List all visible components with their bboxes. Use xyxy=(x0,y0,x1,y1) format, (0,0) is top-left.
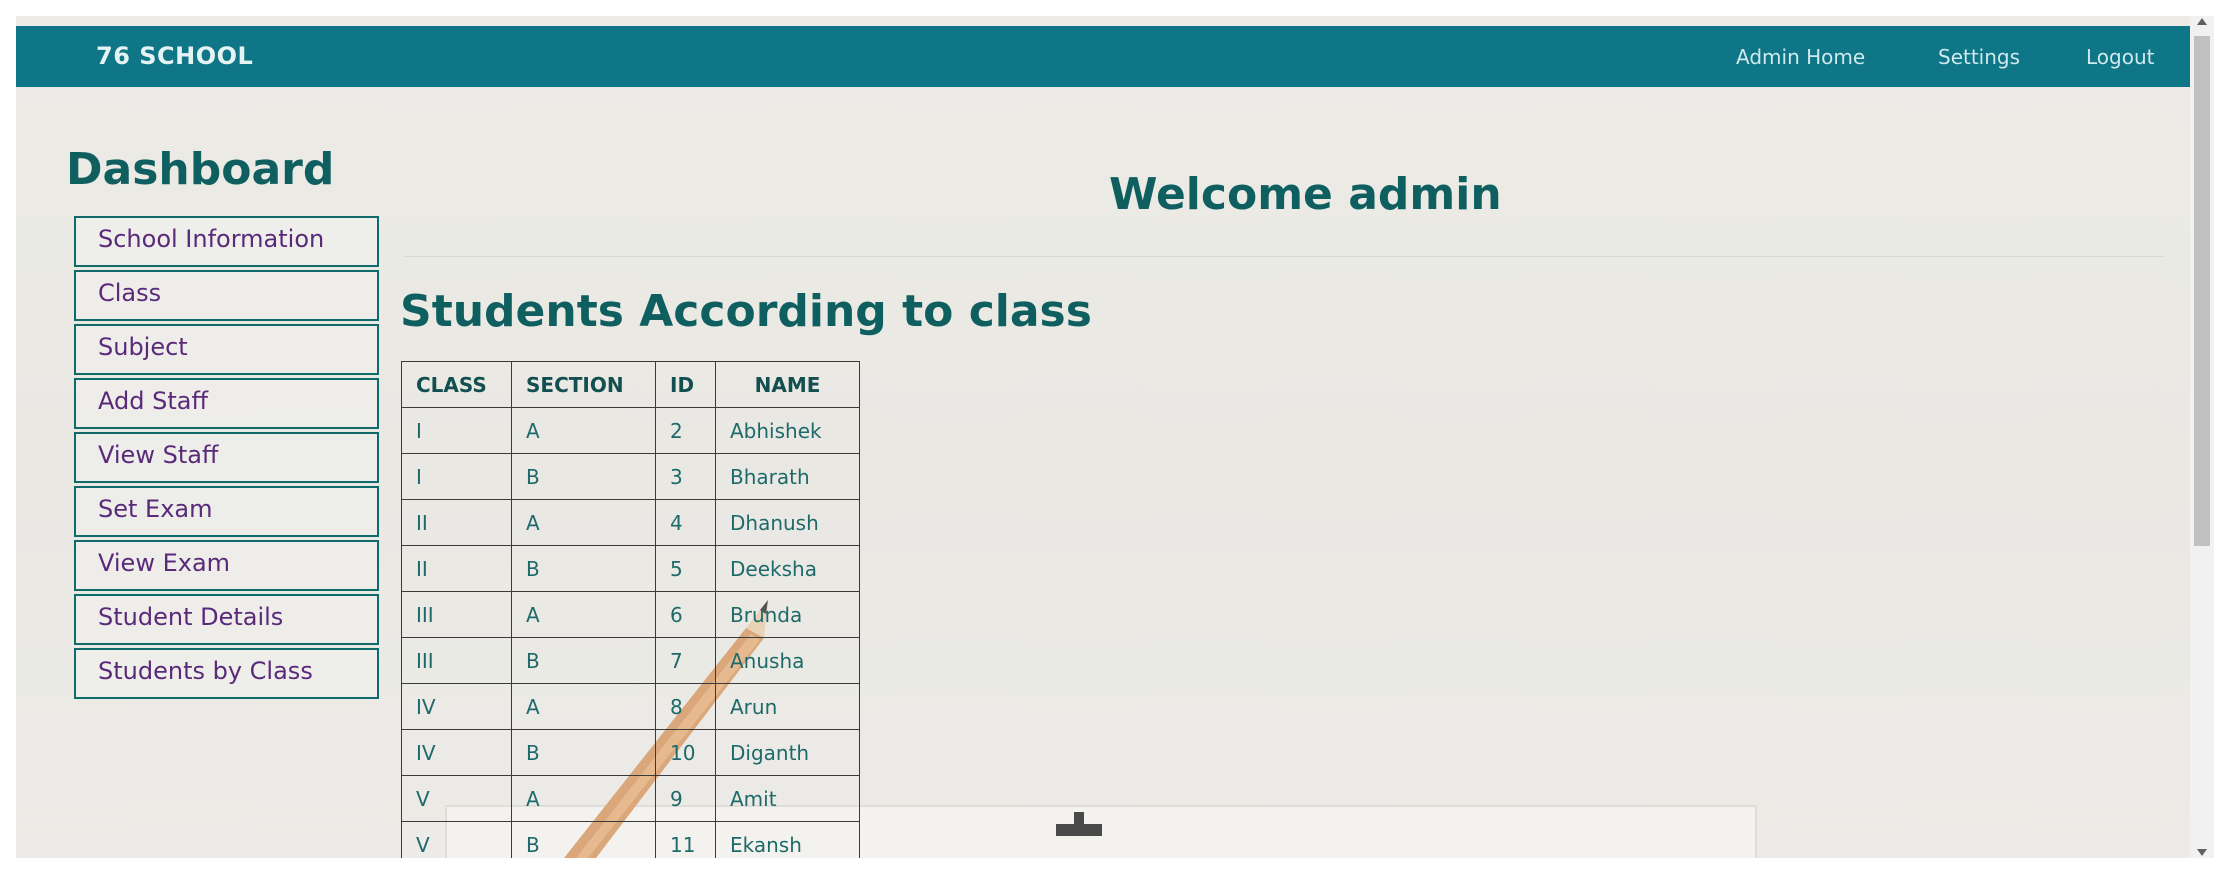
cell-id: 11 xyxy=(655,821,716,858)
column-header-id: ID xyxy=(655,361,716,408)
table-row: I A 2 Abhishek xyxy=(401,407,860,454)
cell-class: IV xyxy=(401,729,512,776)
welcome-heading: Welcome admin xyxy=(1109,169,1502,220)
cell-class: III xyxy=(401,637,512,684)
cell-name: Deeksha xyxy=(715,545,860,592)
cell-name: Abhishek xyxy=(715,407,860,454)
brand-logo-text[interactable]: 76 SCHOOL xyxy=(96,42,253,70)
column-header-section: SECTION xyxy=(511,361,656,408)
cell-class: I xyxy=(401,453,512,500)
nav-link-logout[interactable]: Logout xyxy=(2086,45,2154,69)
table-header-row: CLASS SECTION ID NAME xyxy=(401,361,860,408)
cell-section: A xyxy=(511,499,656,546)
vertical-scrollbar[interactable] xyxy=(2190,16,2214,858)
cell-name: Diganth xyxy=(715,729,860,776)
cell-section: A xyxy=(511,407,656,454)
cell-class: V xyxy=(401,775,512,822)
column-header-name: NAME xyxy=(715,361,860,408)
scroll-down-arrow-icon[interactable] xyxy=(2197,849,2207,856)
table-row: III B 7 Anusha xyxy=(401,637,860,684)
cell-name: Bharath xyxy=(715,453,860,500)
sidebar-item-add-staff[interactable]: Add Staff xyxy=(74,378,379,429)
cell-id: 4 xyxy=(655,499,716,546)
cell-name: Brunda xyxy=(715,591,860,638)
cell-name: Anusha xyxy=(715,637,860,684)
cell-name: Amit xyxy=(715,775,860,822)
cell-id: 5 xyxy=(655,545,716,592)
sidebar-item-students-by-class[interactable]: Students by Class xyxy=(74,648,379,699)
sidebar-item-view-exam[interactable]: View Exam xyxy=(74,540,379,591)
cell-name: Dhanush xyxy=(715,499,860,546)
cell-id: 2 xyxy=(655,407,716,454)
nav-link-admin-home[interactable]: Admin Home xyxy=(1736,45,1865,69)
cell-section: B xyxy=(511,453,656,500)
sidebar-item-school-information[interactable]: School Information xyxy=(74,216,379,267)
cell-class: I xyxy=(401,407,512,454)
table-row: IV B 10 Diganth xyxy=(401,729,860,776)
sidebar-item-student-details[interactable]: Student Details xyxy=(74,594,379,645)
table-row: II A 4 Dhanush xyxy=(401,499,860,546)
table-row: III A 6 Brunda xyxy=(401,591,860,638)
cell-section: A xyxy=(511,683,656,730)
cell-section: B xyxy=(511,821,656,858)
dashboard-title: Dashboard xyxy=(66,144,335,195)
cell-class: V xyxy=(401,821,512,858)
cell-id: 10 xyxy=(655,729,716,776)
sidebar-item-subject[interactable]: Subject xyxy=(74,324,379,375)
cell-class: II xyxy=(401,545,512,592)
cell-class: III xyxy=(401,591,512,638)
cell-class: II xyxy=(401,499,512,546)
sidebar-menu: School Information Class Subject Add Sta… xyxy=(74,216,379,702)
table-row: II B 5 Deeksha xyxy=(401,545,860,592)
scroll-up-arrow-icon[interactable] xyxy=(2197,18,2207,25)
cell-section: B xyxy=(511,545,656,592)
cell-id: 9 xyxy=(655,775,716,822)
column-header-class: CLASS xyxy=(401,361,512,408)
cell-id: 8 xyxy=(655,683,716,730)
cell-id: 3 xyxy=(655,453,716,500)
cell-id: 7 xyxy=(655,637,716,684)
sidebar-item-view-staff[interactable]: View Staff xyxy=(74,432,379,483)
cell-section: B xyxy=(511,637,656,684)
table-row: V B 11 Ekansh xyxy=(401,821,860,858)
students-section-title: Students According to class xyxy=(400,286,1092,337)
scrollbar-thumb[interactable] xyxy=(2194,36,2210,546)
page-viewport: 76 SCHOOL Admin Home Settings Logout Das… xyxy=(16,16,2190,858)
cell-id: 6 xyxy=(655,591,716,638)
sidebar-item-class[interactable]: Class xyxy=(74,270,379,321)
cell-name: Arun xyxy=(715,683,860,730)
top-navbar: 76 SCHOOL Admin Home Settings Logout xyxy=(16,26,2190,87)
table-row: I B 3 Bharath xyxy=(401,453,860,500)
cell-section: A xyxy=(511,591,656,638)
cell-section: B xyxy=(511,729,656,776)
table-row: V A 9 Amit xyxy=(401,775,860,822)
students-table: CLASS SECTION ID NAME I A 2 Abhishek I B 3 Bhar… xyxy=(401,361,860,858)
table-body: I A 2 Abhishek I B 3 Bharath II A 4 Dhanush II B 5 Deek… xyxy=(401,407,860,858)
table-row: IV A 8 Arun xyxy=(401,683,860,730)
nav-link-settings[interactable]: Settings xyxy=(1938,45,2020,69)
cell-class: IV xyxy=(401,683,512,730)
section-divider xyxy=(404,256,2164,257)
sidebar-item-set-exam[interactable]: Set Exam xyxy=(74,486,379,537)
cell-name: Ekansh xyxy=(715,821,860,858)
cell-section: A xyxy=(511,775,656,822)
